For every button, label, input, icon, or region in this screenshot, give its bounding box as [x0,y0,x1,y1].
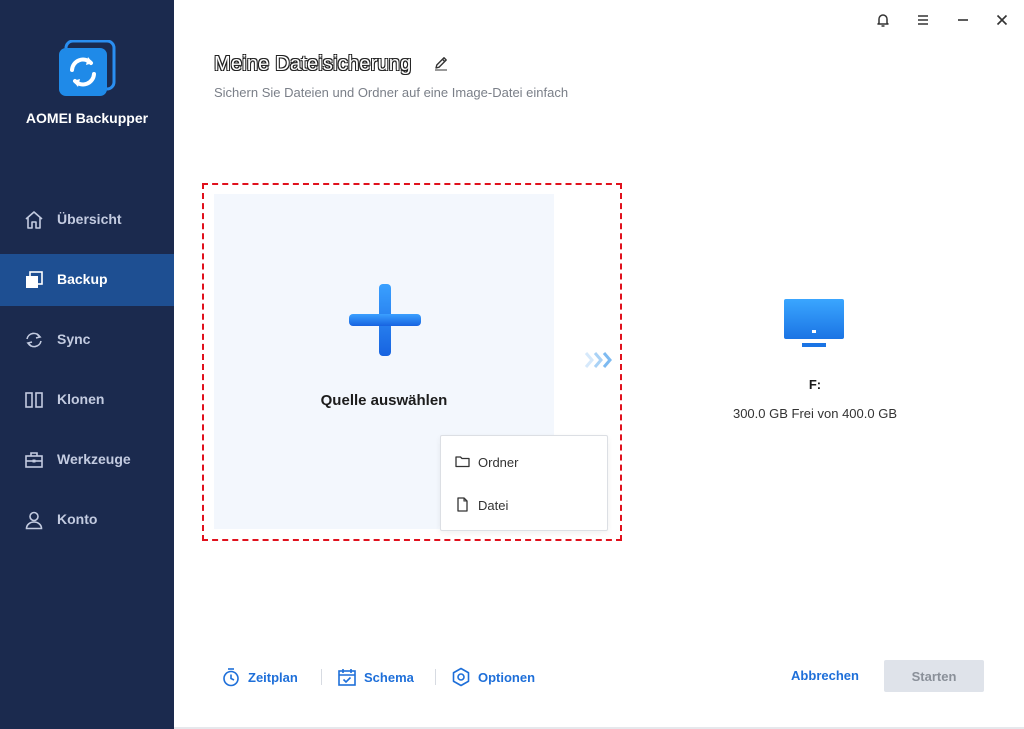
toolbox-icon [24,450,44,470]
options-label: Optionen [478,669,536,685]
clone-icon [24,390,44,410]
sidebar-item-account[interactable]: Konto [0,494,174,546]
edit-icon[interactable] [433,55,449,71]
folder-icon [455,454,470,469]
bell-icon[interactable] [871,8,895,32]
toolbar-divider [435,669,436,685]
menu-item-label: Ordner [478,455,519,470]
app-logo-icon [58,39,116,98]
timer-icon [221,667,241,687]
schedule-button[interactable]: Zeitplan [221,665,298,689]
schedule-label: Zeitplan [248,669,298,685]
sidebar-item-overview[interactable]: Übersicht [0,194,174,246]
menu-item-file[interactable]: Datei [441,487,607,523]
home-icon [24,210,44,230]
cancel-button[interactable]: Abbrechen [780,668,870,688]
menu-item-folder[interactable]: Ordner [441,444,607,480]
scheme-label: Schema [364,669,414,685]
destination-space: 300.0 GB Frei von 400.0 GB [732,406,898,421]
source-label: Quelle auswählen [320,392,448,409]
sidebar-item-label: Sync [57,331,91,347]
minimize-icon[interactable] [951,8,975,32]
menu-icon[interactable] [911,8,935,32]
plus-icon [347,282,423,358]
menu-item-label: Datei [478,498,509,513]
monitor-icon [782,297,846,353]
sync-icon [24,330,44,350]
destination-drive: F: [808,377,822,392]
user-icon [24,510,44,530]
close-icon[interactable] [990,8,1014,32]
scheme-button[interactable]: Schema [337,665,414,689]
sidebar-item-sync[interactable]: Sync [0,314,174,366]
sidebar-item-label: Übersicht [57,211,122,227]
chevron-right-icon [584,350,616,370]
start-button[interactable]: Starten [884,660,984,692]
sidebar-item-label: Konto [57,511,98,527]
sidebar-item-label: Klonen [57,391,105,407]
sidebar-item-label: Werkzeuge [57,451,131,467]
settings-icon [451,667,471,687]
sidebar: AOMEI Backupper Übersicht Backup Sync Kl… [0,0,174,729]
app-name: AOMEI Backupper [25,110,149,126]
page-title: Meine Dateisicherung [214,53,412,75]
sidebar-item-clone[interactable]: Klonen [0,374,174,426]
calendar-check-icon [337,667,357,687]
sidebar-item-label: Backup [57,271,108,287]
destination-panel[interactable]: F: 300.0 GB Frei von 400.0 GB [720,295,910,425]
sidebar-item-backup[interactable]: Backup [0,254,174,306]
sidebar-item-tools[interactable]: Werkzeuge [0,434,174,486]
backup-icon [24,270,44,290]
file-icon [455,497,470,512]
toolbar-divider [321,669,322,685]
options-button[interactable]: Optionen [451,665,535,689]
source-type-menu: Ordner Datei [440,435,608,531]
page-subtitle: Sichern Sie Dateien und Ordner auf eine … [214,85,569,100]
